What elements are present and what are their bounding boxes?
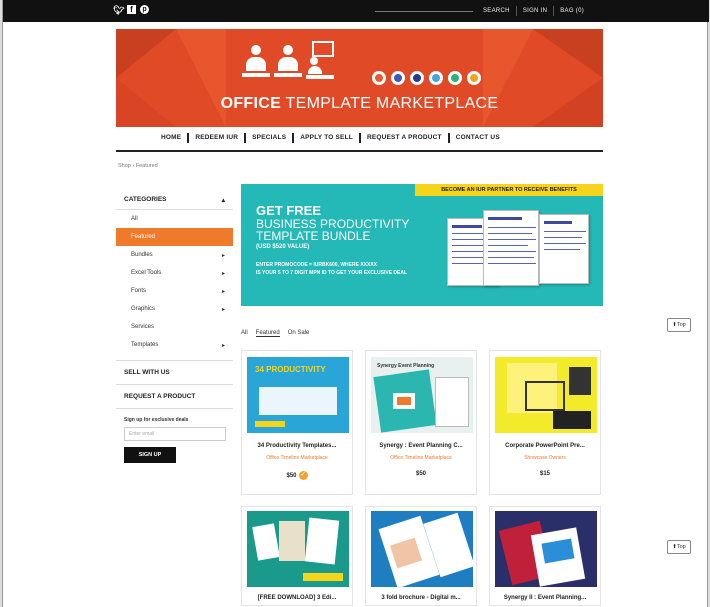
- product-image[interactable]: [495, 511, 597, 587]
- top-links: SEARCH SIGN IN BAG (0): [477, 6, 590, 16]
- partner-ribbon: BECOME AN IUR PARTNER TO RECEIVE BENEFIT…: [415, 184, 603, 196]
- twitter-icon[interactable]: 🐦︎: [113, 5, 124, 15]
- category-fonts[interactable]: Fonts ▸: [116, 282, 233, 300]
- product-image[interactable]: [495, 357, 597, 433]
- hero-banner[interactable]: OFFICE TEMPLATE MARKETPLACE: [116, 29, 603, 127]
- filter-on-sale[interactable]: On Sale: [288, 330, 310, 337]
- product-card[interactable]: Synergy Event Planning Synergy : Event P…: [365, 350, 477, 495]
- product-title[interactable]: 34 Productivity Templates...: [242, 443, 352, 449]
- search-link[interactable]: SEARCH: [477, 6, 516, 16]
- top-bar: 🐦︎ f p SEARCH SIGN IN BAG (0): [3, 0, 709, 22]
- category-templates[interactable]: Templates ▸: [116, 336, 233, 354]
- sell-with-us-link[interactable]: SELL WITH US: [116, 360, 233, 384]
- scroll-to-top-button[interactable]: ⬆Top: [667, 540, 691, 554]
- filter-all[interactable]: All: [241, 330, 248, 337]
- request-product-link[interactable]: REQUEST A PRODUCT: [116, 384, 233, 408]
- breadcrumb[interactable]: Shop › Featured: [118, 163, 158, 169]
- product-price: $50 ✓: [286, 471, 308, 480]
- newsletter-note: Sign up for exclusive deals: [116, 408, 233, 423]
- chevron-right-icon: ▸: [221, 288, 225, 295]
- product-filters: All Featured On Sale: [241, 330, 309, 337]
- sidebar: CATEGORIES ▴ All Featured Bundles ▸ Excel…: [116, 190, 233, 469]
- presenter-icon: [306, 41, 334, 83]
- product-card[interactable]: Corporate PowerPoint Pre... Showcase Own…: [489, 350, 601, 495]
- chevron-up-icon: ▴: [221, 196, 225, 204]
- product-image[interactable]: [247, 511, 349, 587]
- site-title: OFFICE TEMPLATE MARKETPLACE: [220, 95, 499, 112]
- sign-in-link[interactable]: SIGN IN: [515, 6, 553, 16]
- nav-contact[interactable]: CONTACT US: [447, 133, 506, 143]
- categories-header[interactable]: CATEGORIES ▴: [116, 190, 233, 210]
- chevron-right-icon: ▸: [221, 342, 225, 349]
- category-bundles[interactable]: Bundles ▸: [116, 246, 233, 264]
- invoice-document-image: [539, 214, 589, 284]
- category-featured[interactable]: Featured: [116, 228, 233, 246]
- app-icon: [429, 71, 443, 85]
- product-image-text: 34 PRODUCTIVITY: [255, 365, 326, 374]
- category-services[interactable]: Services: [116, 318, 233, 336]
- nav-request-product[interactable]: REQUEST A PRODUCT: [358, 133, 448, 143]
- category-graphics[interactable]: Graphics ▸: [116, 300, 233, 318]
- promo-value: (USD $520 VALUE): [256, 244, 310, 250]
- category-all[interactable]: All: [116, 210, 233, 228]
- product-price: $50: [415, 471, 426, 477]
- person-icon: [274, 45, 302, 83]
- product-image[interactable]: Synergy Event Planning: [371, 357, 473, 433]
- product-title[interactable]: Synergy : Event Planning C...: [366, 443, 476, 449]
- bag-link[interactable]: BAG (0): [553, 6, 590, 16]
- promo-note: IS YOUR 5 TO 7 DIGIT MPN ID TO GET YOUR …: [256, 270, 408, 276]
- product-title[interactable]: [FREE DOWNLOAD] 3 Edi...: [242, 595, 352, 601]
- app-icon: [467, 71, 481, 85]
- promo-line: TEMPLATE BUNDLE: [256, 229, 371, 243]
- email-input[interactable]: Enter email: [124, 427, 226, 441]
- product-card[interactable]: 34 PRODUCTIVITY 34 Productivity Template…: [241, 350, 353, 495]
- promo-note: ENTER PROMOCODE = IURBK600, WHERE XXXXX: [256, 262, 377, 268]
- app-icon: [448, 71, 462, 85]
- nav-apply-to-sell[interactable]: APPLY TO SELL: [292, 133, 359, 143]
- person-icon: [242, 45, 270, 83]
- chevron-right-icon: ▸: [221, 252, 225, 259]
- chevron-right-icon: ▸: [221, 270, 225, 277]
- app-icons: [372, 71, 481, 85]
- browser-page: 🐦︎ f p SEARCH SIGN IN BAG (0) OFFICE TEM…: [2, 0, 709, 607]
- product-image-text: Synergy Event Planning: [377, 363, 435, 369]
- product-price: $15: [539, 471, 550, 477]
- invoice-document-image: [483, 210, 539, 286]
- product-title[interactable]: Corporate PowerPoint Pre...: [490, 443, 600, 449]
- promo-banner[interactable]: BECOME AN IUR PARTNER TO RECEIVE BENEFIT…: [241, 184, 603, 306]
- product-card[interactable]: Synergy II : Event Planning...: [489, 506, 601, 606]
- search-underline[interactable]: [375, 11, 473, 12]
- category-excel-tools[interactable]: Excel Tools ▸: [116, 264, 233, 282]
- product-title[interactable]: Synergy II : Event Planning...: [490, 595, 600, 601]
- nav-home[interactable]: HOME: [155, 133, 187, 143]
- product-card[interactable]: [FREE DOWNLOAD] 3 Edi...: [241, 506, 353, 606]
- app-icon: [372, 71, 386, 85]
- main-nav: HOME REDEEM IUR SPECIALS APPLY TO SELL R…: [155, 131, 506, 145]
- app-icon: [391, 71, 405, 85]
- nav-specials[interactable]: SPECIALS: [244, 133, 292, 143]
- product-vendor[interactable]: Showcase Owners: [490, 455, 600, 461]
- app-icon: [410, 71, 424, 85]
- social-links: 🐦︎ f p: [113, 5, 149, 15]
- product-vendor[interactable]: Office Timeline Marketplace: [366, 455, 476, 461]
- chevron-right-icon: ▸: [221, 306, 225, 313]
- product-image[interactable]: 34 PRODUCTIVITY: [247, 357, 349, 433]
- check-badge-icon: ✓: [298, 471, 308, 480]
- filter-featured[interactable]: Featured: [255, 330, 280, 337]
- product-card[interactable]: 3 fold brochure - Digital m...: [365, 506, 477, 606]
- product-title[interactable]: 3 fold brochure - Digital m...: [366, 595, 476, 601]
- sign-up-button[interactable]: SIGN UP: [124, 447, 176, 463]
- product-vendor[interactable]: Office Timeline Marketplace: [242, 455, 352, 461]
- nav-redeem[interactable]: REDEEM IUR: [187, 133, 244, 143]
- people-illustration: [242, 41, 334, 83]
- scroll-to-top-button[interactable]: ⬆Top: [667, 318, 691, 332]
- facebook-icon[interactable]: f: [127, 5, 136, 14]
- pinterest-icon[interactable]: p: [140, 5, 149, 14]
- product-image[interactable]: [371, 511, 473, 587]
- promo-headline: GET FREE: [256, 203, 322, 218]
- nav-divider: [116, 150, 603, 152]
